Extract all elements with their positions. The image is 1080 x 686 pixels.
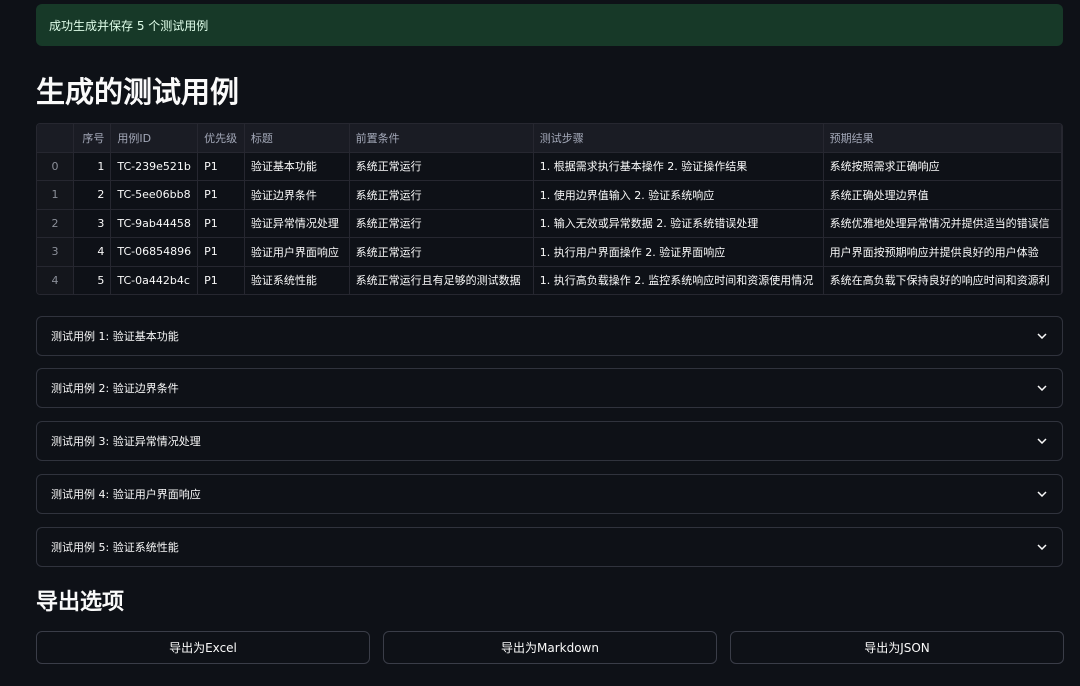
test-case-table[interactable]: 序号 用例ID 优先级 标题 前置条件 测试步骤 预期结果 0 1 TC-239… [36, 123, 1063, 295]
cell-steps[interactable]: 1. 使用边界值输入 2. 验证系统响应 [533, 180, 824, 210]
cell-precondition[interactable]: 系统正常运行 [349, 180, 534, 210]
cell-priority[interactable]: P1 [197, 152, 245, 181]
cell-seq[interactable]: 2 [73, 180, 112, 210]
column-header-steps[interactable]: 测试步骤 [533, 124, 824, 153]
cell-precondition[interactable]: 系统正常运行 [349, 152, 534, 181]
row-index: 4 [37, 266, 75, 294]
cell-precondition[interactable]: 系统正常运行 [349, 237, 534, 267]
cell-case-id[interactable]: TC-9ab44458 [110, 209, 199, 238]
row-index: 2 [37, 209, 75, 238]
table-row: 2 3 TC-9ab44458 P1 验证异常情况处理 系统正常运行 1. 输入… [37, 209, 1062, 238]
row-index: 1 [37, 180, 75, 210]
expander-label: 测试用例 5: 验证系统性能 [51, 541, 179, 554]
cell-steps[interactable]: 1. 执行用户界面操作 2. 验证界面响应 [533, 237, 824, 267]
chevron-down-icon [1036, 382, 1048, 394]
expander-test-case-5[interactable]: 测试用例 5: 验证系统性能 [36, 527, 1063, 567]
expander-test-case-3[interactable]: 测试用例 3: 验证异常情况处理 [36, 421, 1063, 461]
table-row: 0 1 TC-239e521b P1 验证基本功能 系统正常运行 1. 根据需求… [37, 152, 1062, 181]
cell-case-id[interactable]: TC-06854896 [110, 237, 199, 267]
cell-steps[interactable]: 1. 输入无效或异常数据 2. 验证系统错误处理 [533, 209, 824, 238]
expander-test-case-1[interactable]: 测试用例 1: 验证基本功能 [36, 316, 1063, 356]
row-index: 3 [37, 237, 75, 267]
expander-test-case-4[interactable]: 测试用例 4: 验证用户界面响应 [36, 474, 1063, 514]
cell-case-id[interactable]: TC-239e521b [110, 152, 199, 181]
column-header-case-id[interactable]: 用例ID [110, 124, 199, 153]
page-title: 生成的测试用例 [36, 75, 240, 109]
cell-title[interactable]: 验证系统性能 [244, 266, 350, 294]
cell-precondition[interactable]: 系统正常运行 [349, 209, 534, 238]
cell-title[interactable]: 验证用户界面响应 [244, 237, 350, 267]
cell-expected[interactable]: 系统正确处理边界值 [823, 180, 1062, 210]
row-index: 0 [37, 152, 75, 181]
export-section-title: 导出选项 [36, 590, 125, 615]
cell-seq[interactable]: 5 [73, 266, 112, 294]
cell-priority[interactable]: P1 [197, 237, 245, 267]
cell-title[interactable]: 验证基本功能 [244, 152, 350, 181]
chevron-down-icon [1036, 330, 1048, 342]
page: 成功生成并保存 5 个测试用例 生成的测试用例 序号 用例ID 优先级 标题 前… [0, 0, 1080, 686]
table-row: 4 5 TC-0a442b4c P1 验证系统性能 系统正常运行且有足够的测试数… [37, 266, 1062, 294]
cell-priority[interactable]: P1 [197, 266, 245, 294]
cell-case-id[interactable]: TC-0a442b4c [110, 266, 199, 294]
success-alert: 成功生成并保存 5 个测试用例 [36, 4, 1063, 46]
export-markdown-button[interactable]: 导出为Markdown [383, 631, 717, 664]
chevron-down-icon [1036, 488, 1048, 500]
cell-seq[interactable]: 1 [73, 152, 112, 181]
chevron-down-icon [1036, 435, 1048, 447]
cell-seq[interactable]: 3 [73, 209, 112, 238]
cell-steps[interactable]: 1. 执行高负载操作 2. 监控系统响应时间和资源使用情况 [533, 266, 824, 294]
cell-priority[interactable]: P1 [197, 180, 245, 210]
cell-steps[interactable]: 1. 根据需求执行基本操作 2. 验证操作结果 [533, 152, 824, 181]
export-json-button[interactable]: 导出为JSON [730, 631, 1064, 664]
success-message: 成功生成并保存 5 个测试用例 [49, 18, 209, 33]
column-header-seq[interactable]: 序号 [73, 124, 112, 153]
expander-label: 测试用例 1: 验证基本功能 [51, 330, 179, 343]
expander-test-case-2[interactable]: 测试用例 2: 验证边界条件 [36, 368, 1063, 408]
cell-expected[interactable]: 系统优雅地处理异常情况并提供适当的错误信 [823, 209, 1062, 238]
cell-expected[interactable]: 系统按照需求正确响应 [823, 152, 1062, 181]
data-grid: 序号 用例ID 优先级 标题 前置条件 测试步骤 预期结果 0 1 TC-239… [37, 124, 1062, 294]
export-excel-button[interactable]: 导出为Excel [36, 631, 370, 664]
table-row: 1 2 TC-5ee06bb8 P1 验证边界条件 系统正常运行 1. 使用边界… [37, 180, 1062, 210]
cell-case-id[interactable]: TC-5ee06bb8 [110, 180, 199, 210]
column-header-priority[interactable]: 优先级 [197, 124, 245, 153]
column-header-title[interactable]: 标题 [244, 124, 350, 153]
expander-label: 测试用例 3: 验证异常情况处理 [51, 435, 201, 448]
cell-title[interactable]: 验证异常情况处理 [244, 209, 350, 238]
cell-title[interactable]: 验证边界条件 [244, 180, 350, 210]
index-header [37, 124, 75, 153]
table-row: 3 4 TC-06854896 P1 验证用户界面响应 系统正常运行 1. 执行… [37, 237, 1062, 267]
chevron-down-icon [1036, 541, 1048, 553]
cell-expected[interactable]: 系统在高负载下保持良好的响应时间和资源利 [823, 266, 1062, 294]
expander-label: 测试用例 2: 验证边界条件 [51, 382, 179, 395]
cell-seq[interactable]: 4 [73, 237, 112, 267]
cell-priority[interactable]: P1 [197, 209, 245, 238]
cell-precondition[interactable]: 系统正常运行且有足够的测试数据 [349, 266, 534, 294]
cell-expected[interactable]: 用户界面按预期响应并提供良好的用户体验 [823, 237, 1062, 267]
column-header-expected[interactable]: 预期结果 [823, 124, 1062, 153]
expander-label: 测试用例 4: 验证用户界面响应 [51, 488, 201, 501]
column-header-precondition[interactable]: 前置条件 [349, 124, 534, 153]
table-header-row: 序号 用例ID 优先级 标题 前置条件 测试步骤 预期结果 [37, 124, 1062, 153]
